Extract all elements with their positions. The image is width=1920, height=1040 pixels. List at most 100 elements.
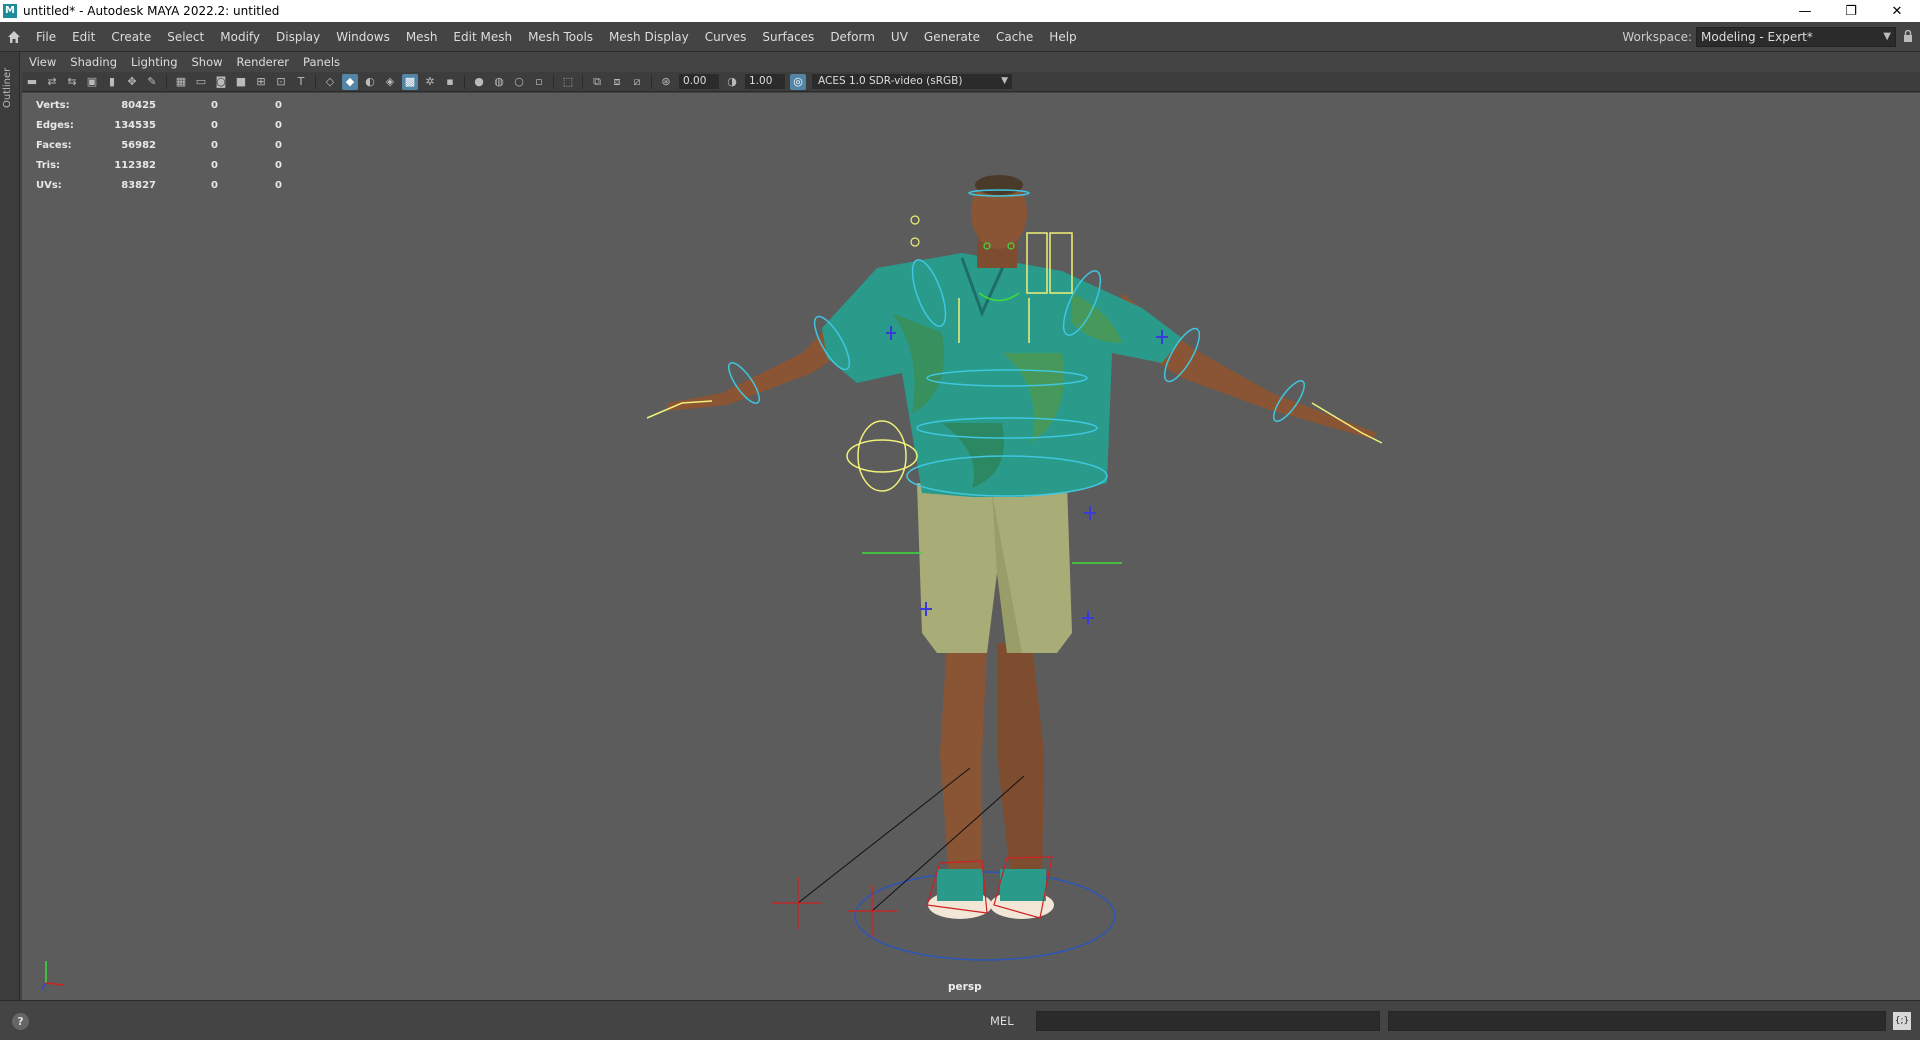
depth-of-field-icon[interactable]: ▫ bbox=[531, 74, 547, 90]
hud-value: 83827 bbox=[121, 179, 156, 191]
hud-value: 0 bbox=[211, 99, 218, 111]
menu-edit[interactable]: Edit bbox=[64, 22, 103, 52]
hud-value: 0 bbox=[275, 179, 282, 191]
hud-value: 56982 bbox=[121, 139, 156, 151]
panel-menu-panels[interactable]: Panels bbox=[296, 55, 347, 69]
right-sandal-strap bbox=[1000, 869, 1046, 901]
wireframe-on-shaded-icon[interactable]: ◈ bbox=[382, 74, 398, 90]
safe-title-icon[interactable]: T bbox=[293, 74, 309, 90]
view-transform-value: ACES 1.0 SDR-video (sRGB) bbox=[818, 75, 963, 87]
left-dock-strip: Outliner bbox=[0, 52, 20, 1000]
resolution-gate-icon[interactable]: ◙ bbox=[213, 74, 229, 90]
menu-select[interactable]: Select bbox=[159, 22, 212, 52]
script-editor-icon[interactable]: {;} bbox=[1893, 1012, 1911, 1030]
window-title: untitled* - Autodesk MAYA 2022.2: untitl… bbox=[23, 4, 280, 18]
menu-mesh-display[interactable]: Mesh Display bbox=[601, 22, 697, 52]
menu-surfaces[interactable]: Surfaces bbox=[754, 22, 822, 52]
shadows-icon[interactable]: ▪ bbox=[442, 74, 458, 90]
outliner-tab[interactable]: Outliner bbox=[2, 60, 16, 116]
panel-menu-shading[interactable]: Shading bbox=[63, 55, 124, 69]
motion-blur-icon[interactable]: ◍ bbox=[491, 74, 507, 90]
wireframe-icon[interactable]: ◇ bbox=[322, 74, 338, 90]
menu-mesh-tools[interactable]: Mesh Tools bbox=[520, 22, 601, 52]
hud-value: 134535 bbox=[114, 119, 156, 131]
smooth-shade-icon[interactable]: ◆ bbox=[342, 73, 358, 90]
hud-value: 0 bbox=[275, 159, 282, 171]
camera-attributes-icon[interactable]: ⇄ bbox=[44, 74, 60, 90]
menu-modify[interactable]: Modify bbox=[212, 22, 268, 52]
ik-locator-right bbox=[847, 885, 897, 937]
hud-row-uvs: UVs: 83827 0 0 bbox=[36, 175, 282, 195]
menu-mesh[interactable]: Mesh bbox=[398, 22, 446, 52]
script-language-toggle[interactable]: MEL bbox=[990, 1011, 1032, 1031]
xray-joints-icon[interactable]: ⧄ bbox=[629, 74, 645, 90]
pole-plus-right-knee bbox=[1082, 611, 1094, 625]
viewport-persp[interactable]: Verts: 80425 0 0 Edges: 134535 0 0 Faces… bbox=[22, 93, 1920, 1000]
workspace-selector-area: Workspace: Modeling - Expert* ▼ bbox=[1622, 22, 1920, 52]
workspace-label: Workspace: bbox=[1622, 30, 1692, 44]
shirt bbox=[822, 253, 1182, 497]
exposure-field[interactable]: 0.00 bbox=[679, 74, 719, 89]
menu-file[interactable]: File bbox=[28, 22, 64, 52]
default-material-icon[interactable]: ◐ bbox=[362, 74, 378, 90]
2d-pan-zoom-icon[interactable]: ✥ bbox=[124, 74, 140, 90]
xray-active-components-icon[interactable]: ⧈ bbox=[609, 74, 625, 90]
menu-uv[interactable]: UV bbox=[883, 22, 916, 52]
panel-menu-view[interactable]: View bbox=[22, 55, 63, 69]
xray-icon[interactable]: ⧉ bbox=[589, 74, 605, 90]
menu-deform[interactable]: Deform bbox=[822, 22, 883, 52]
gamma-icon[interactable]: ◑ bbox=[724, 74, 740, 90]
bookmarks-icon[interactable]: ⇆ bbox=[64, 74, 80, 90]
panel-menu-lighting[interactable]: Lighting bbox=[124, 55, 184, 69]
film-gate-icon[interactable]: ▭ bbox=[193, 74, 209, 90]
gate-mask-icon[interactable]: ■ bbox=[233, 74, 249, 90]
lock-icon[interactable] bbox=[1896, 29, 1920, 45]
gamma-field[interactable]: 1.00 bbox=[745, 74, 785, 89]
restore-icon[interactable]: ❐ bbox=[1828, 0, 1874, 22]
menu-display[interactable]: Display bbox=[268, 22, 328, 52]
pole-plus-right-hip bbox=[1084, 506, 1096, 520]
color-management-icon[interactable]: ◎ bbox=[790, 73, 806, 90]
view-transform-dropdown[interactable]: ACES 1.0 SDR-video (sRGB) ▼ bbox=[812, 74, 1012, 89]
hud-label: Tris: bbox=[36, 159, 61, 171]
minimize-icon[interactable]: — bbox=[1782, 0, 1828, 22]
safe-action-icon[interactable]: ⊡ bbox=[273, 74, 289, 90]
hud-value: 0 bbox=[275, 119, 282, 131]
poly-count-hud: Verts: 80425 0 0 Edges: 134535 0 0 Faces… bbox=[36, 95, 282, 195]
select-camera-icon[interactable]: ▬ bbox=[24, 74, 40, 90]
screen-space-ao-icon[interactable]: ● bbox=[471, 74, 487, 90]
grid-icon[interactable]: ▦ bbox=[173, 74, 189, 90]
panel-menu-bar: View Shading Lighting Show Renderer Pane… bbox=[22, 52, 1920, 72]
menu-create[interactable]: Create bbox=[103, 22, 159, 52]
textured-icon[interactable]: ▩ bbox=[402, 73, 418, 90]
root-control bbox=[854, 871, 1116, 961]
panel-menu-renderer[interactable]: Renderer bbox=[230, 55, 297, 69]
exposure-icon[interactable]: ⊛ bbox=[658, 74, 674, 90]
workspace-dropdown[interactable]: Modeling - Expert* ▼ bbox=[1696, 27, 1896, 47]
command-line-bar: ? MEL {;} bbox=[0, 1000, 1920, 1040]
hud-value: 0 bbox=[211, 179, 218, 191]
bookmark-icon[interactable]: ▮ bbox=[104, 74, 120, 90]
scene-render[interactable] bbox=[22, 93, 1920, 1000]
anti-aliasing-icon[interactable]: ○ bbox=[511, 74, 527, 90]
field-chart-icon[interactable]: ⊞ bbox=[253, 74, 269, 90]
help-icon[interactable]: ? bbox=[12, 1013, 29, 1030]
close-icon[interactable]: ✕ bbox=[1874, 0, 1920, 22]
image-plane-icon[interactable]: ▣ bbox=[84, 74, 100, 90]
hud-value: 0 bbox=[211, 139, 218, 151]
menu-curves[interactable]: Curves bbox=[697, 22, 755, 52]
menu-windows[interactable]: Windows bbox=[328, 22, 398, 52]
menu-cache[interactable]: Cache bbox=[988, 22, 1041, 52]
menu-help[interactable]: Help bbox=[1041, 22, 1084, 52]
home-icon[interactable] bbox=[0, 23, 28, 51]
grease-pencil-icon[interactable]: ✎ bbox=[144, 74, 160, 90]
panel-menu-show[interactable]: Show bbox=[185, 55, 230, 69]
left-sandal-strap bbox=[937, 869, 983, 901]
hud-label: Faces: bbox=[36, 139, 72, 151]
menu-edit-mesh[interactable]: Edit Mesh bbox=[445, 22, 520, 52]
right-leg bbox=[997, 643, 1044, 893]
isolate-select-icon[interactable]: ⬚ bbox=[560, 74, 576, 90]
lights-icon[interactable]: ✲ bbox=[422, 74, 438, 90]
command-input[interactable] bbox=[1036, 1011, 1380, 1031]
menu-generate[interactable]: Generate bbox=[916, 22, 988, 52]
